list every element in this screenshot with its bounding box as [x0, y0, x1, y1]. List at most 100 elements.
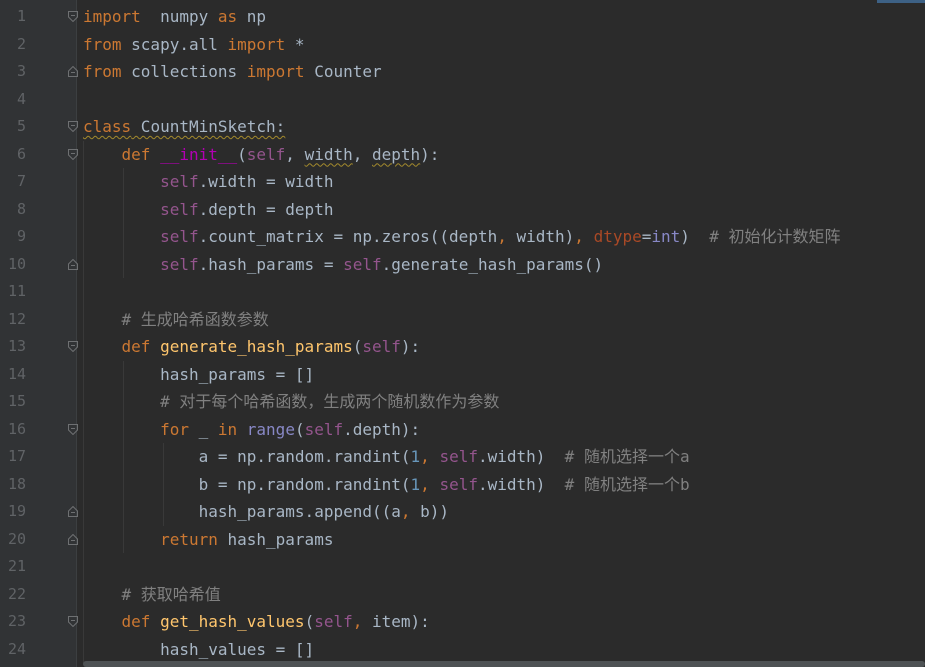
- code-text[interactable]: def get_hash_values(self, item):: [83, 608, 430, 636]
- code-line[interactable]: 20 return hash_params: [0, 526, 925, 554]
- code-text[interactable]: self.count_matrix = np.zeros((depth, wid…: [83, 223, 840, 251]
- code-text[interactable]: # 获取哈希值: [83, 581, 221, 609]
- code-token: self: [160, 172, 199, 191]
- code-token: hash_params.append((a: [83, 502, 401, 521]
- fold-close-icon[interactable]: [68, 506, 78, 517]
- code-token: depth: [372, 144, 421, 164]
- code-line[interactable]: 14 hash_params = []: [0, 361, 925, 389]
- code-text[interactable]: class CountMinSketch:: [83, 113, 285, 141]
- code-text[interactable]: self.width = width: [83, 168, 333, 196]
- code-text[interactable]: # 对于每个哈希函数，生成两个随机数作为参数: [83, 388, 499, 416]
- code-token: ,: [420, 447, 430, 466]
- code-token: self: [439, 474, 478, 494]
- code-token: width: [304, 144, 353, 164]
- code-token: from: [83, 62, 122, 81]
- code-line[interactable]: 18 b = np.random.randint(1, self.width) …: [0, 471, 925, 499]
- code-line[interactable]: 23 def get_hash_values(self, item):: [0, 608, 925, 636]
- code-token: item):: [362, 612, 430, 631]
- code-line[interactable]: 11: [0, 278, 925, 306]
- code-text[interactable]: from collections import Counter: [83, 58, 382, 86]
- code-line[interactable]: 13 def generate_hash_params(self):: [0, 333, 925, 361]
- code-text[interactable]: hash_params = []: [83, 361, 314, 389]
- code-text[interactable]: def __init__(self, width, depth):: [83, 141, 440, 169]
- code-line[interactable]: 3 from collections import Counter: [0, 58, 925, 86]
- line-number: 12: [7, 309, 26, 328]
- code-token: ,: [352, 612, 363, 631]
- code-text[interactable]: def generate_hash_params(self):: [83, 333, 421, 361]
- code-line[interactable]: 17 a = np.random.randint(1, self.width) …: [0, 443, 925, 471]
- code-line[interactable]: 15 # 对于每个哈希函数，生成两个随机数作为参数: [0, 388, 925, 416]
- code-text[interactable]: # 生成哈希函数参数: [83, 306, 269, 334]
- code-line[interactable]: 21: [0, 553, 925, 581]
- code-line[interactable]: 10 self.hash_params = self.generate_hash…: [0, 251, 925, 279]
- code-token: CountMinSketch:: [131, 117, 286, 136]
- code-text[interactable]: b = np.random.randint(1, self.width) # 随…: [83, 471, 690, 499]
- code-token: (: [352, 337, 363, 356]
- horizontal-scrollbar[interactable]: [83, 661, 925, 667]
- code-token: collections: [121, 62, 247, 81]
- code-token: generate_hash_params: [160, 337, 353, 356]
- code-token: self: [439, 447, 478, 466]
- code-text[interactable]: a = np.random.randint(1, self.width) # 随…: [83, 443, 690, 471]
- indent-guide: [123, 360, 124, 553]
- code-line[interactable]: 24 hash_values = []: [0, 636, 925, 664]
- code-line[interactable]: 6 def __init__(self, width, depth):: [0, 141, 925, 169]
- fold-open-icon[interactable]: [68, 423, 78, 435]
- line-number: 19: [7, 502, 26, 520]
- code-text[interactable]: self.depth = depth: [83, 196, 333, 224]
- code-text[interactable]: for _ in range(self.depth):: [83, 416, 420, 444]
- code-token: self: [160, 199, 199, 219]
- code-line[interactable]: 12 # 生成哈希函数参数: [0, 306, 925, 334]
- code-line[interactable]: 5 class CountMinSketch:: [0, 113, 925, 141]
- fold-open-icon[interactable]: [68, 341, 78, 352]
- fold-open-icon[interactable]: [68, 11, 78, 22]
- fold-open-icon[interactable]: [68, 121, 78, 132]
- code-token: as: [217, 7, 238, 26]
- code-token: def: [121, 144, 161, 164]
- code-token: numpy: [140, 7, 218, 26]
- fold-close-icon[interactable]: [68, 533, 78, 545]
- code-text[interactable]: import numpy as np: [83, 3, 266, 31]
- code-token: ): [680, 227, 710, 246]
- line-number: 2: [16, 34, 26, 53]
- line-number: 7: [16, 172, 26, 190]
- line-number: 4: [16, 89, 26, 108]
- code-line[interactable]: 2 from scapy.all import *: [0, 31, 925, 59]
- code-line[interactable]: 19 hash_params.append((a, b)): [0, 498, 925, 526]
- code-line[interactable]: 16 for _ in range(self.depth):: [0, 416, 925, 444]
- fold-close-icon[interactable]: [68, 66, 78, 77]
- code-editor[interactable]: 1 import numpy as np 2 from scapy.all impor…: [0, 0, 925, 667]
- fold-open-icon[interactable]: [68, 148, 78, 160]
- code-token: hash_params: [217, 529, 334, 549]
- code-token: __init__: [160, 144, 238, 164]
- code-token: b = np.random.randint(: [83, 474, 411, 494]
- code-line[interactable]: 9 self.count_matrix = np.zeros((depth, w…: [0, 223, 925, 251]
- code-line[interactable]: 22 # 获取哈希值: [0, 581, 925, 609]
- code-token: import: [227, 34, 286, 54]
- code-line[interactable]: 7 self.width = width: [0, 168, 925, 196]
- code-text[interactable]: hash_params.append((a, b)): [83, 498, 449, 526]
- line-number: 14: [7, 364, 26, 383]
- code-text[interactable]: hash_values = []: [83, 636, 314, 664]
- code-line[interactable]: 8 self.depth = depth: [0, 196, 925, 224]
- fold-open-icon[interactable]: [68, 616, 78, 627]
- line-number: 3: [16, 62, 26, 80]
- code-line[interactable]: 4: [0, 86, 925, 114]
- code-token: class: [83, 117, 132, 136]
- code-token: self: [160, 254, 199, 274]
- fold-close-icon[interactable]: [68, 258, 78, 270]
- code-token: ,: [497, 227, 507, 246]
- code-token: a = np.random.randint(: [83, 447, 411, 466]
- code-line[interactable]: 1 import numpy as np: [0, 3, 925, 31]
- code-text[interactable]: self.hash_params = self.generate_hash_pa…: [83, 251, 603, 279]
- line-number: 18: [7, 474, 26, 493]
- line-number: 6: [16, 144, 26, 163]
- code-text[interactable]: from scapy.all import *: [83, 31, 305, 59]
- code-token: b)): [410, 502, 450, 521]
- code-text[interactable]: return hash_params: [83, 526, 333, 554]
- code-token: np: [237, 7, 267, 26]
